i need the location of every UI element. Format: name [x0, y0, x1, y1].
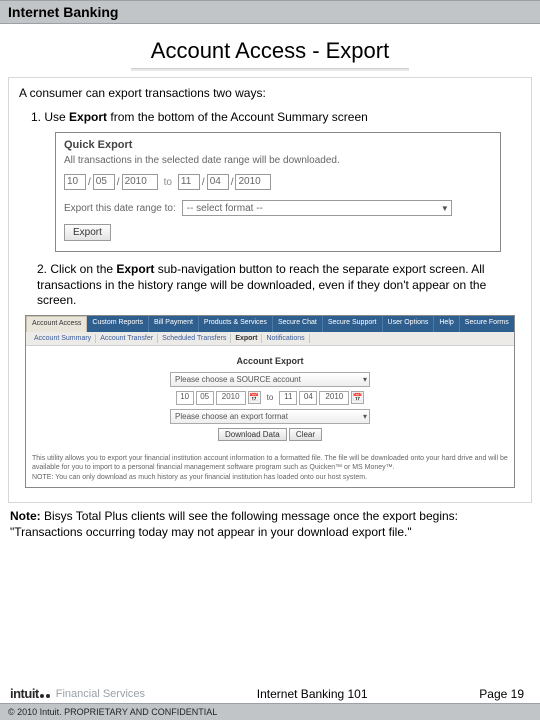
ae-format-value: Please choose an export format: [175, 412, 288, 421]
sep2: /: [117, 177, 120, 188]
tab-secure-support[interactable]: Secure Support: [323, 316, 383, 332]
quick-export-title: Quick Export: [64, 139, 492, 151]
ae-from-mm[interactable]: 10: [176, 391, 194, 405]
subtab-export[interactable]: Export: [231, 334, 262, 343]
quick-export-panel: Quick Export All transactions in the sel…: [55, 132, 501, 252]
to-dd[interactable]: 04: [207, 174, 229, 190]
calendar-icon[interactable]: 📅: [248, 391, 261, 404]
header-bar: Internet Banking: [0, 0, 540, 24]
subtab-scheduled[interactable]: Scheduled Transfers: [158, 334, 231, 343]
quick-export-button[interactable]: Export: [64, 224, 111, 241]
footer-center: Internet Banking 101: [257, 687, 368, 701]
tab-custom-reports[interactable]: Custom Reports: [87, 316, 149, 332]
chevron-down-icon: ▼: [441, 204, 449, 213]
page-title: Account Access - Export: [131, 34, 409, 69]
title-wrap: Account Access - Export: [0, 34, 540, 69]
intuit-logo: intuit Financial Services: [10, 686, 145, 701]
from-mm[interactable]: 10: [64, 174, 86, 190]
brand-fs: Financial Services: [56, 688, 145, 700]
ae-to-label: to: [267, 393, 274, 402]
subtab-summary[interactable]: Account Summary: [30, 334, 96, 343]
from-yyyy[interactable]: 2010: [122, 174, 158, 190]
intro-text: A consumer can export transactions two w…: [19, 86, 521, 100]
quick-export-dates: 10 / 05 / 2010 to 11 / 04 / 2010: [64, 174, 492, 190]
tab-bill-payment[interactable]: Bill Payment: [149, 316, 199, 332]
header-title: Internet Banking: [8, 4, 118, 20]
ae-to-yyyy[interactable]: 2010: [319, 391, 349, 405]
li1-pre: 1. Use: [31, 110, 69, 124]
li1-bold: Export: [69, 110, 107, 124]
note-text: Bisys Total Plus clients will see the fo…: [10, 509, 458, 539]
subtab-transfer[interactable]: Account Transfer: [96, 334, 158, 343]
tab-account-access[interactable]: Account Access: [26, 316, 87, 332]
to-mm[interactable]: 11: [178, 174, 200, 190]
tab-user-options[interactable]: User Options: [383, 316, 435, 332]
quick-export-format-row: Export this date range to: -- select for…: [64, 200, 492, 216]
account-export-body: Account Export Please choose a SOURCE ac…: [26, 346, 514, 449]
source-select[interactable]: Please choose a SOURCE account ▾: [170, 372, 370, 387]
li1-post: from the bottom of the Account Summary s…: [107, 110, 368, 124]
account-export-title: Account Export: [66, 356, 474, 366]
sep1: /: [88, 177, 91, 188]
ae-format-select[interactable]: Please choose an export format ▾: [170, 409, 370, 424]
chevron-down-icon: ▾: [363, 412, 367, 421]
ae-note-text: NOTE: You can only download as much hist…: [26, 472, 514, 487]
ae-from-dd[interactable]: 05: [196, 391, 214, 405]
ae-help-text: This utility allows you to export your f…: [26, 455, 514, 473]
format-label: Export this date range to:: [64, 203, 176, 214]
list-item-2: 2. Click on the Export sub-navigation bu…: [37, 262, 515, 309]
content: A consumer can export transactions two w…: [8, 77, 532, 503]
source-value: Please choose a SOURCE account: [175, 375, 301, 384]
sep4: /: [231, 177, 234, 188]
chevron-down-icon: ▾: [363, 375, 367, 384]
footer-row1: intuit Financial Services Internet Banki…: [0, 682, 540, 703]
ae-dates: 10 05 2010 📅 to 11 04 2010 📅: [176, 391, 365, 405]
footer-copyright: © 2010 Intuit. PROPRIETARY AND CONFIDENT…: [0, 703, 540, 720]
tab-secure-forms[interactable]: Secure Forms: [460, 316, 514, 332]
format-value: -- select format --: [187, 203, 263, 214]
ae-to-dd[interactable]: 04: [299, 391, 317, 405]
subtab-notifications[interactable]: Notifications: [262, 334, 309, 343]
tab-products[interactable]: Products & Services: [199, 316, 273, 332]
footer: intuit Financial Services Internet Banki…: [0, 682, 540, 720]
ae-from-yyyy[interactable]: 2010: [216, 391, 246, 405]
ae-to-mm[interactable]: 11: [279, 391, 297, 405]
download-button[interactable]: Download Data: [218, 428, 287, 441]
from-dd[interactable]: 05: [93, 174, 115, 190]
sub-tabs: Account Summary Account Transfer Schedul…: [26, 332, 514, 346]
page-note: Note: Bisys Total Plus clients will see …: [10, 509, 530, 540]
account-export-panel: Account Access Custom Reports Bill Payme…: [25, 315, 515, 489]
tab-secure-chat[interactable]: Secure Chat: [273, 316, 323, 332]
li2-pre: 2. Click on the: [37, 262, 116, 276]
sep3: /: [202, 177, 205, 188]
to-yyyy[interactable]: 2010: [235, 174, 271, 190]
main-tabs: Account Access Custom Reports Bill Payme…: [26, 316, 514, 332]
note-label: Note:: [10, 509, 41, 523]
format-select[interactable]: -- select format -- ▼: [182, 200, 452, 216]
li2-bold: Export: [116, 262, 154, 276]
calendar-icon[interactable]: 📅: [351, 391, 364, 404]
tab-help[interactable]: Help: [434, 316, 459, 332]
brand-intuit: intuit: [10, 686, 39, 701]
list-item-1: 1. Use Export from the bottom of the Acc…: [31, 110, 521, 124]
to-label: to: [164, 177, 172, 188]
quick-export-desc: All transactions in the selected date ra…: [64, 155, 492, 166]
clear-button[interactable]: Clear: [289, 428, 322, 441]
page-number: Page 19: [479, 687, 524, 701]
